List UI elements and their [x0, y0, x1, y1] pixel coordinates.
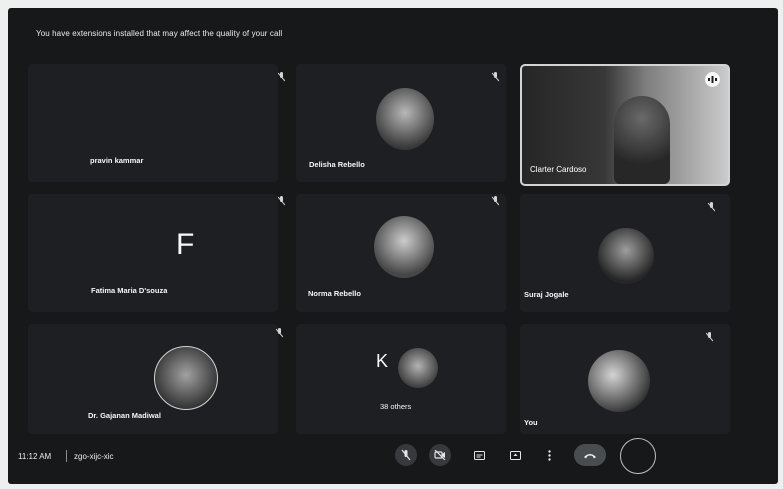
self-view-button[interactable]	[620, 438, 656, 474]
participant-tile[interactable]: Norma Rebello	[296, 194, 506, 312]
mic-off-icon	[276, 328, 283, 339]
avatar	[374, 216, 434, 278]
participant-tile[interactable]: F Fatima Maria D'souza	[28, 194, 285, 312]
clock-time: 11:12 AM	[18, 452, 52, 461]
active-speaker-tile[interactable]: Clarter Cardoso	[520, 64, 730, 186]
participant-initial: F	[176, 228, 195, 261]
participant-name: Delisha Rebello	[309, 160, 365, 169]
meeting-code: zgo-xijc-xic	[74, 452, 114, 461]
mic-off-icon	[708, 202, 715, 213]
mic-off-icon	[278, 196, 285, 207]
participant-name: Dr. Gajanan Madiwal	[88, 411, 161, 420]
others-count: 38 others	[380, 402, 412, 411]
avatar	[398, 348, 438, 388]
mic-off-icon[interactable]	[395, 444, 417, 466]
avatar	[598, 228, 654, 284]
avatar	[588, 350, 650, 412]
mic-off-icon	[492, 72, 499, 83]
participant-tile[interactable]: Delisha Rebello	[296, 64, 506, 182]
more-options-icon[interactable]	[538, 444, 560, 466]
participant-name: Fatima Maria D'souza	[91, 286, 168, 295]
video-feed	[614, 96, 670, 184]
participant-name: Clarter Cardoso	[530, 165, 587, 174]
participant-tile[interactable]: pravin kammar	[28, 64, 285, 182]
meeting-screen: You have extensions installed that may a…	[8, 8, 778, 484]
bottom-toolbar: 11:12 AM zgo-xijc-xic	[8, 438, 778, 484]
mic-off-icon	[706, 332, 713, 343]
participant-name: pravin kammar	[90, 156, 144, 165]
participant-initial: K	[376, 351, 389, 371]
divider	[66, 450, 67, 462]
participant-name: Norma Rebello	[308, 289, 361, 298]
participant-tile[interactable]: You	[520, 324, 730, 434]
camera-off-icon[interactable]	[429, 444, 451, 466]
speaking-indicator-icon	[705, 72, 720, 87]
participant-tile[interactable]: Dr. Gajanan Madiwal	[28, 324, 283, 434]
captions-icon[interactable]	[468, 444, 490, 466]
mic-off-icon	[492, 196, 499, 207]
extensions-warning-banner: You have extensions installed that may a…	[36, 29, 283, 38]
avatar	[376, 88, 434, 150]
mic-off-icon	[278, 72, 285, 83]
participant-name: You	[524, 418, 538, 427]
present-screen-icon[interactable]	[504, 444, 526, 466]
participant-name: Suraj Jogale	[524, 290, 569, 299]
participant-tile[interactable]: K 38 others	[296, 324, 506, 434]
participant-tile[interactable]: Suraj Jogale	[520, 194, 730, 312]
avatar	[154, 346, 218, 410]
end-call-icon[interactable]	[574, 444, 606, 466]
